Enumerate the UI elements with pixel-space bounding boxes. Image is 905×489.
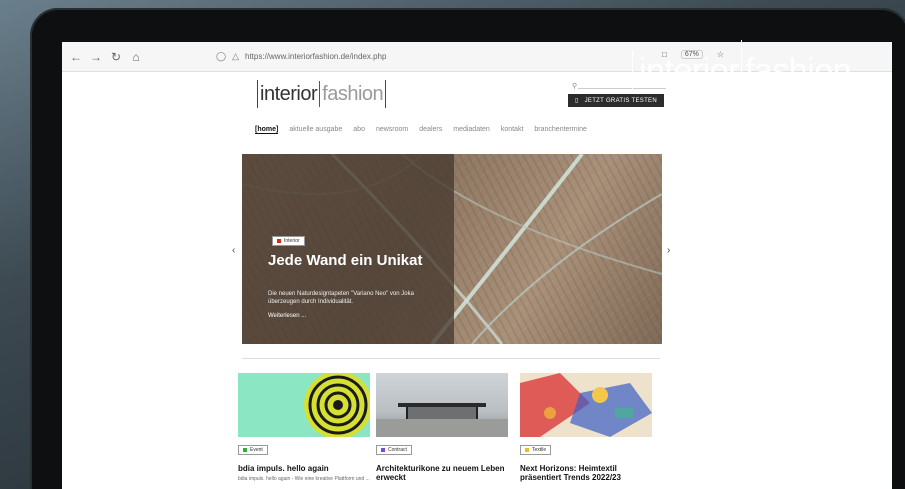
hero-text: Die neuen Naturdesigntapeten "Variano Ne…	[268, 291, 414, 305]
brand-logo-overlay: interior fashion	[632, 40, 898, 102]
forward-icon[interactable]: →	[86, 50, 106, 64]
article-image-event[interactable]	[238, 373, 370, 437]
card-category-badge[interactable]: Event	[238, 445, 268, 455]
card-category-badge[interactable]: Contract	[376, 445, 412, 455]
category-dot	[525, 448, 529, 452]
circle-graphic	[304, 373, 370, 437]
nav-item-dealers[interactable]: dealers	[419, 126, 442, 134]
lock-icon: △	[232, 51, 239, 61]
slider-prev-icon[interactable]: ‹	[232, 245, 235, 256]
textile-graphic	[520, 373, 652, 437]
nav-item-home[interactable]: [home]	[255, 126, 279, 134]
brand-logo-a: interior	[639, 51, 739, 90]
logo-separator	[319, 81, 321, 107]
site-logo-a: interior	[260, 82, 318, 105]
cart-icon: ▯	[575, 98, 579, 104]
category-dot	[381, 448, 385, 452]
article-image-architecture[interactable]	[376, 373, 508, 437]
nav-item-branchentermine[interactable]: branchentermine	[534, 126, 587, 134]
building-graphic	[376, 403, 508, 437]
reload-icon[interactable]: ↻	[106, 50, 126, 64]
category-dot	[277, 239, 281, 243]
hero-read-more-link[interactable]: Weiterlesen ...	[268, 313, 306, 319]
home-icon[interactable]: ⌂	[126, 50, 146, 64]
nav-item-mediadaten[interactable]: mediadaten	[453, 126, 490, 134]
site-logo-b: fashion	[322, 82, 384, 105]
article-card[interactable]: Event bdia impuls. hello again bdia impu…	[238, 373, 370, 482]
slider-next-icon[interactable]: ›	[667, 245, 670, 256]
article-card[interactable]: Contract Architekturikone zu neuem Leben…	[376, 373, 508, 482]
card-excerpt: bdia impuls. hello again - Wie eine krea…	[238, 476, 370, 482]
hero-category-label: Interior	[284, 238, 300, 244]
nav-item-abo[interactable]: abo	[353, 126, 365, 134]
hero-category-badge[interactable]: Interior	[272, 236, 305, 246]
nav-item-kontakt[interactable]: kontakt	[501, 126, 524, 134]
hero-title[interactable]: Jede Wand ein Unikat	[268, 252, 448, 269]
site-logo[interactable]: interior fashion	[257, 80, 387, 108]
card-title[interactable]: Architekturikone zu neuem Leben erweckt	[376, 464, 508, 482]
card-category-label: Event	[250, 447, 263, 453]
nav-item-current-issue[interactable]: aktuelle ausgabe	[289, 126, 342, 134]
card-title[interactable]: Next Horizons: Heimtextil präsentiert Tr…	[520, 464, 652, 482]
hero-overlay: Interior Jede Wand ein Unikat Die neuen …	[242, 154, 454, 344]
nav-item-newsroom[interactable]: newsroom	[376, 126, 408, 134]
hero-slide[interactable]: Interior Jede Wand ein Unikat Die neuen …	[242, 154, 662, 344]
section-divider	[242, 358, 660, 359]
card-title[interactable]: bdia impuls. hello again	[238, 464, 370, 473]
logo-bar-middle	[740, 40, 742, 102]
card-category-badge[interactable]: Textile	[520, 445, 552, 455]
back-icon[interactable]: ←	[66, 50, 86, 64]
card-category-label: Contract	[388, 447, 407, 453]
url-text[interactable]: https://www.interiorfashion.de/index.php	[245, 52, 386, 61]
article-image-textile[interactable]	[520, 373, 652, 437]
category-dot	[243, 448, 247, 452]
article-card[interactable]: Textile Next Horizons: Heimtextil präsen…	[520, 373, 652, 482]
shield-icon: ◯	[216, 51, 227, 61]
logo-bar-left	[632, 51, 633, 91]
url-bar[interactable]: ◯ △ https://www.interiorfashion.de/index…	[216, 51, 386, 62]
browser-window: ← → ↻ ⌂ ◯ △ https://www.interiorfashion.…	[62, 42, 892, 489]
main-nav: [home] aktuelle ausgabe abo newsroom dea…	[255, 126, 587, 134]
search-icon[interactable]: ⚲	[572, 82, 577, 90]
card-category-label: Textile	[532, 447, 547, 453]
brand-logo-b: fashion	[744, 51, 852, 90]
